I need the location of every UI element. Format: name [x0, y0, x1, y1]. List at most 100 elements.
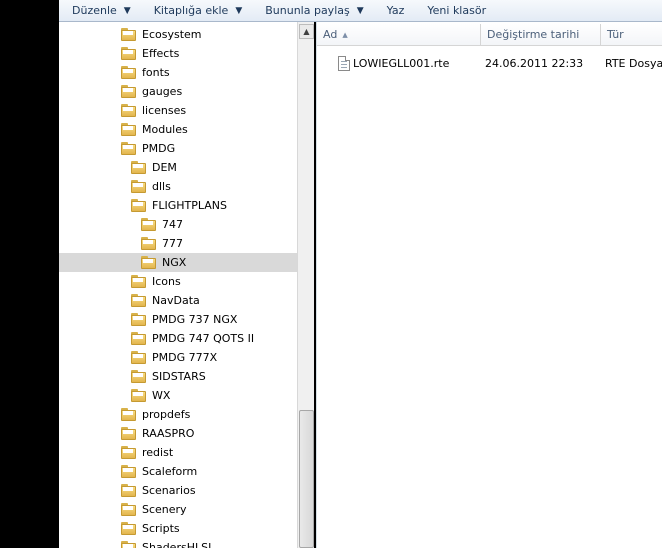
- tree-item-label: Scenarios: [142, 484, 196, 497]
- tree-item[interactable]: propdefs: [59, 405, 297, 424]
- folder-icon: [131, 313, 146, 326]
- folder-icon: [141, 256, 156, 269]
- toolbar-item-2[interactable]: Bununla paylaş ▼: [259, 0, 369, 21]
- sort-ascending-icon: ▲: [342, 30, 348, 39]
- tree-item[interactable]: gauges: [59, 82, 297, 101]
- tree-item[interactable]: 747: [59, 215, 297, 234]
- tree-item[interactable]: NavData: [59, 291, 297, 310]
- tree-item[interactable]: RAASPRO: [59, 424, 297, 443]
- folder-icon: [121, 522, 136, 535]
- tree-item-label: 777: [162, 237, 183, 250]
- column-header-name[interactable]: Ad ▲: [317, 24, 481, 46]
- folder-icon: [131, 332, 146, 345]
- folder-icon: [131, 370, 146, 383]
- tree-item[interactable]: DEM: [59, 158, 297, 177]
- folder-icon: [121, 85, 136, 98]
- tree-item-label: SIDSTARS: [152, 370, 206, 383]
- toolbar-item-0[interactable]: Düzenle ▼: [66, 0, 137, 21]
- toolbar-item-label: Bununla paylaş: [265, 4, 350, 17]
- tree-item[interactable]: ShadersHLSL: [59, 538, 297, 548]
- tree-item-label: gauges: [142, 85, 183, 98]
- tree-item[interactable]: Scenarios: [59, 481, 297, 500]
- toolbar-item-label: Düzenle: [72, 4, 117, 17]
- column-header-type-label: Tür: [607, 28, 624, 41]
- toolbar-item-3[interactable]: Yaz: [381, 0, 411, 21]
- tree-item[interactable]: PMDG 747 QOTS II: [59, 329, 297, 348]
- tree-item-label: fonts: [142, 66, 170, 79]
- folder-icon: [121, 484, 136, 497]
- column-header-date-label: Değiştirme tarihi: [487, 28, 580, 41]
- toolbar-item-label: Yeni klasör: [427, 4, 487, 17]
- file-name: LOWIEGLL001.rte: [353, 57, 450, 70]
- file-type: RTE Dosyası: [605, 57, 662, 70]
- tree-item-label: PMDG: [142, 142, 176, 155]
- scroll-thumb[interactable]: [299, 410, 314, 548]
- tree-item-label: PMDG 777X: [152, 351, 218, 364]
- tree-item-label: FLIGHTPLANS: [152, 199, 227, 212]
- folder-icon: [131, 199, 146, 212]
- tree-item-label: Icons: [152, 275, 181, 288]
- folder-icon: [121, 28, 136, 41]
- tree-item[interactable]: Scaleform: [59, 462, 297, 481]
- column-header-type[interactable]: Tür: [601, 24, 662, 46]
- file-icon: [338, 56, 350, 71]
- tree-item-label: Scaleform: [142, 465, 198, 478]
- tree-item[interactable]: WX: [59, 386, 297, 405]
- folder-icon: [121, 66, 136, 79]
- file-list-pane: Ad ▲ Değiştirme tarihi Tür LOWIEGLL001.r…: [316, 22, 662, 548]
- tree-item[interactable]: Effects: [59, 44, 297, 63]
- tree-item[interactable]: licenses: [59, 101, 297, 120]
- folder-icon: [121, 427, 136, 440]
- dropdown-arrow-icon: ▼: [235, 5, 243, 16]
- folder-icon: [121, 104, 136, 117]
- tree-item[interactable]: redist: [59, 443, 297, 462]
- column-header-name-label: Ad: [323, 28, 338, 41]
- tree-item-label: dlls: [152, 180, 171, 193]
- tree-item[interactable]: Scripts: [59, 519, 297, 538]
- folder-icon: [131, 275, 146, 288]
- tree-item[interactable]: NGX: [59, 253, 297, 272]
- tree-scrollbar[interactable]: ▲: [297, 22, 314, 548]
- tree-item[interactable]: PMDG 737 NGX: [59, 310, 297, 329]
- tree-item-label: DEM: [152, 161, 177, 174]
- tree-item[interactable]: Icons: [59, 272, 297, 291]
- folder-icon: [131, 351, 146, 364]
- scroll-up-button[interactable]: ▲: [299, 24, 314, 39]
- folder-icon: [121, 446, 136, 459]
- tree-item-label: licenses: [142, 104, 187, 117]
- tree-item[interactable]: 777: [59, 234, 297, 253]
- tree-item[interactable]: Ecosystem: [59, 25, 297, 44]
- toolbar-item-label: Kitaplığa ekle: [153, 4, 229, 17]
- command-bar: Düzenle ▼ Kitaplığa ekle ▼ Bununla paylaş ▼ Ya…: [59, 0, 662, 22]
- tree-item-label: Ecosystem: [142, 28, 202, 41]
- tree-item[interactable]: PMDG 777X: [59, 348, 297, 367]
- tree-item-label: ShadersHLSL: [142, 541, 215, 548]
- tree-item-label: NGX: [162, 256, 187, 269]
- tree-item[interactable]: Modules: [59, 120, 297, 139]
- column-headers: Ad ▲ Değiştirme tarihi Tür: [317, 24, 662, 46]
- folder-icon: [121, 465, 136, 478]
- tree-item[interactable]: SIDSTARS: [59, 367, 297, 386]
- folder-icon: [141, 218, 156, 231]
- tree-item-label: RAASPRO: [142, 427, 195, 440]
- dropdown-arrow-icon: ▼: [356, 5, 364, 16]
- folder-icon: [121, 123, 136, 136]
- tree-item[interactable]: dlls: [59, 177, 297, 196]
- folder-icon: [131, 389, 146, 402]
- tree-item[interactable]: fonts: [59, 63, 297, 82]
- folder-icon: [141, 237, 156, 250]
- tree-item[interactable]: Scenery: [59, 500, 297, 519]
- tree-item[interactable]: FLIGHTPLANS: [59, 196, 297, 215]
- file-row[interactable]: LOWIEGLL001.rte 24.06.2011 22:33 RTE Dos…: [317, 54, 662, 74]
- folder-icon: [131, 161, 146, 174]
- folder-icon: [121, 408, 136, 421]
- tree-item-label: WX: [152, 389, 171, 402]
- toolbar-item-1[interactable]: Kitaplığa ekle ▼: [148, 0, 249, 21]
- column-header-date[interactable]: Değiştirme tarihi: [481, 24, 601, 46]
- tree-item[interactable]: PMDG: [59, 139, 297, 158]
- tree-item-label: propdefs: [142, 408, 191, 421]
- dropdown-arrow-icon: ▼: [123, 5, 131, 16]
- toolbar-item-label: Yaz: [386, 4, 405, 17]
- toolbar-item-4[interactable]: Yeni klasör: [421, 0, 492, 21]
- tree-item-label: NavData: [152, 294, 200, 307]
